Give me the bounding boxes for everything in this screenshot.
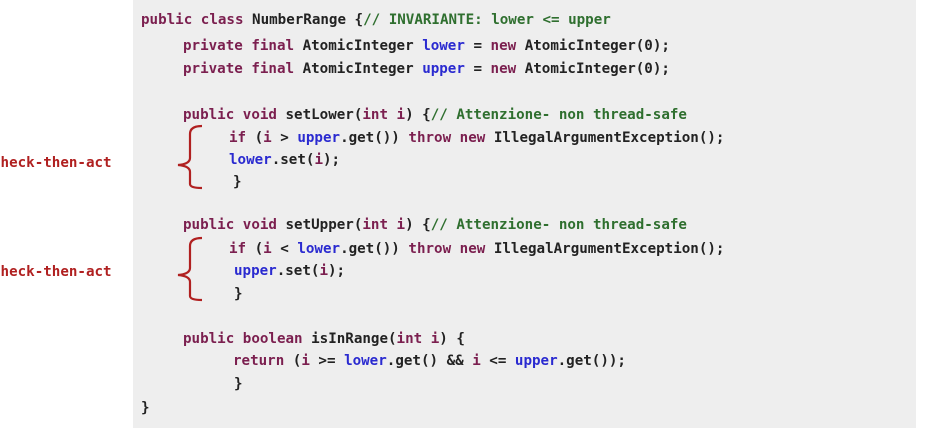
keyword: throw new [408, 130, 494, 146]
type-name: AtomicInteger [302, 38, 423, 54]
operator: >= [309, 353, 345, 369]
field-name: upper [234, 263, 277, 279]
field-name: lower [422, 38, 465, 54]
code-line-class-declaration: public class NumberRange {// INVARIANTE:… [141, 10, 611, 30]
method-name: setUpper( [285, 217, 363, 233]
keyword: public boolean [183, 331, 312, 347]
keyword: int [362, 217, 397, 233]
field-name: upper [297, 130, 341, 146]
parameter: i [301, 353, 310, 369]
method-name: isInRange( [311, 331, 397, 347]
code-line-class-closing-brace: } [141, 398, 150, 418]
keyword: return [233, 353, 293, 369]
constructor-call: AtomicInteger(0); [524, 61, 670, 77]
exception-class: IllegalArgumentException(); [493, 241, 725, 257]
closing-brace: } [234, 286, 243, 302]
code-comment: // Attenzione- non thread-safe [430, 217, 687, 233]
code-line-setupper-signature: public void setUpper(int i) {// Attenzio… [183, 215, 687, 235]
code-text: ) { [439, 331, 465, 347]
keyword: new [490, 38, 525, 54]
operator: = [464, 61, 491, 77]
keyword: throw new [408, 241, 494, 257]
code-line-closing-brace: } [233, 172, 242, 192]
code-line-upper-field: private final AtomicInteger upper = new … [183, 59, 670, 79]
code-text: ( [254, 241, 264, 257]
field-name: lower [229, 152, 272, 168]
closing-brace: } [141, 400, 150, 416]
closing-brace: } [234, 376, 243, 392]
method-call: .get() && [386, 353, 473, 369]
code-text: ); [327, 263, 346, 279]
code-line-lower-field: private final AtomicInteger lower = new … [183, 36, 670, 56]
code-line-closing-brace: } [234, 284, 243, 304]
class-name: NumberRange { [252, 12, 364, 28]
method-call: .get()) [340, 241, 409, 257]
keyword: if [229, 130, 255, 146]
code-line-setlower-check: if (i > upper.get()) throw new IllegalAr… [229, 128, 724, 148]
code-comment: // INVARIANTE: lower <= upper [363, 12, 611, 28]
method-call: .set( [276, 263, 320, 279]
field-name: upper [514, 353, 558, 369]
operator: = [464, 38, 491, 54]
field-name: lower [344, 353, 387, 369]
method-name: setLower( [285, 107, 363, 123]
code-line-setupper-check: if (i < lower.get()) throw new IllegalAr… [229, 239, 724, 259]
code-line-setlower-signature: public void setLower(int i) {// Attenzio… [183, 105, 687, 125]
keyword: new [490, 61, 525, 77]
closing-brace: } [233, 174, 242, 190]
code-line-isinrange-signature: public boolean isInRange(int i) { [183, 329, 465, 349]
code-text: ); [322, 152, 341, 168]
code-line-closing-brace: } [234, 374, 243, 394]
parameter: i [263, 130, 272, 146]
bracket-icon [177, 124, 203, 190]
parameter: i [263, 241, 272, 257]
code-line-setlower-act: lower.set(i); [229, 150, 340, 170]
method-call: .get()) [340, 130, 409, 146]
code-text: ) { [405, 217, 431, 233]
keyword: public class [141, 12, 253, 28]
operator: < [271, 241, 298, 257]
code-text: ( [254, 130, 264, 146]
exception-class: IllegalArgumentException(); [493, 130, 725, 146]
operator: <= [480, 353, 515, 369]
keyword: if [229, 241, 255, 257]
keyword: int [362, 107, 397, 123]
constructor-call: AtomicInteger(0); [524, 38, 670, 54]
field-name: upper [422, 61, 465, 77]
type-name: AtomicInteger [302, 61, 423, 77]
parameter: i [396, 217, 406, 233]
code-text: ) { [405, 107, 431, 123]
field-name: lower [297, 241, 341, 257]
method-call: .get()); [557, 353, 626, 369]
parameter: i [396, 107, 406, 123]
bracket-icon [177, 236, 203, 302]
code-line-setupper-act: upper.set(i); [234, 261, 345, 281]
code-comment: // Attenzione- non thread-safe [430, 107, 687, 123]
keyword: int [396, 331, 431, 347]
keyword: public void [183, 217, 286, 233]
code-line-return: return (i >= lower.get() && i <= upper.g… [233, 351, 626, 371]
keyword: private final [183, 61, 303, 77]
operator: > [271, 130, 298, 146]
method-call: .set( [271, 152, 315, 168]
check-then-act-label: check-then-act [0, 264, 112, 280]
parameter: i [319, 263, 328, 279]
check-then-act-label: check-then-act [0, 155, 112, 171]
parameter: i [472, 353, 481, 369]
parameter: i [430, 331, 440, 347]
keyword: private final [183, 38, 303, 54]
parameter: i [314, 152, 323, 168]
